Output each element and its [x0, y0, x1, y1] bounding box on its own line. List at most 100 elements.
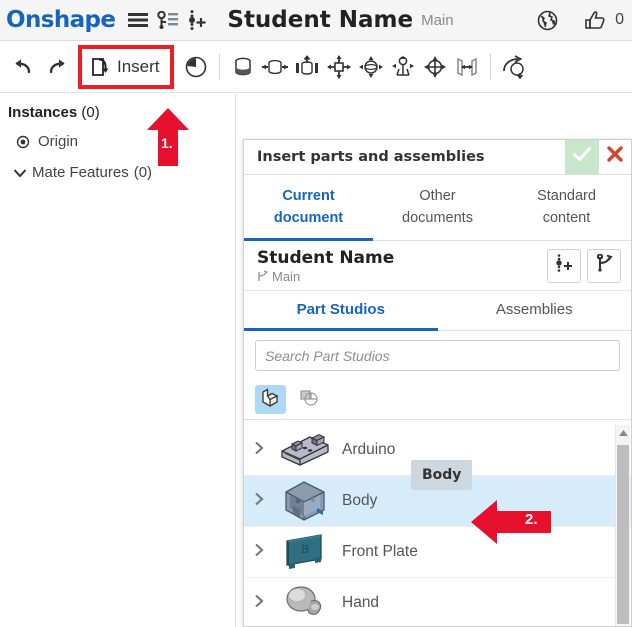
fastened-mate-icon[interactable] [227, 50, 259, 84]
planar-mate-icon[interactable] [323, 50, 355, 84]
tab-line-2: document [273, 209, 344, 226]
dialog-ok-button[interactable] [565, 140, 599, 174]
revolute-mate-icon[interactable] [259, 50, 291, 84]
close-x-icon [606, 145, 624, 168]
chevron-down-icon[interactable] [8, 168, 32, 178]
tree-item-label: Mate Features [32, 164, 129, 181]
tab-other-documents[interactable]: Other documents [373, 175, 502, 241]
dialog-source-tabs: Current document Other documents Standar… [244, 175, 631, 241]
dialog-document-info: Student Name Main [257, 248, 394, 284]
dialog-filter-row [244, 380, 631, 420]
dialog-search-row [244, 331, 631, 380]
insert-button-label: Insert [117, 56, 160, 76]
tab-line-1: Current [282, 187, 335, 204]
pin-slot-mate-icon[interactable] [387, 50, 419, 84]
tab-standard-content[interactable]: Standard content [502, 175, 631, 241]
document-title: Student Name [227, 7, 414, 33]
slider-mate-icon[interactable] [291, 50, 323, 84]
cylindrical-mate-icon[interactable] [419, 50, 451, 84]
chevron-right-icon[interactable] [244, 543, 274, 562]
part-tooltip: Body [411, 460, 473, 490]
search-input[interactable] [255, 340, 620, 371]
front-plate-thumbnail: B [274, 530, 336, 574]
list-item-label: Arduino [342, 441, 396, 458]
instances-header: Instances (0) [0, 94, 235, 121]
tree-item-origin[interactable]: Origin [0, 121, 235, 156]
add-instance-icon[interactable] [183, 5, 213, 35]
redo-icon[interactable] [40, 49, 74, 85]
list-item-label: Front Plate [342, 543, 418, 560]
svg-text:B: B [301, 543, 309, 556]
dialog-document-name: Student Name [257, 247, 395, 268]
parts-filter-button[interactable] [255, 385, 286, 414]
step-2-arrow: 2. [471, 498, 551, 546]
thumbs-up-icon[interactable] [580, 5, 610, 35]
tree-item-label: Origin [38, 133, 79, 150]
list-item[interactable]: B Front Plate [244, 527, 631, 578]
tab-current-document[interactable]: Current document [244, 175, 373, 241]
composite-part-icon [299, 387, 320, 412]
step-2-arrow-label: 2. [525, 511, 538, 528]
hamburger-menu-icon[interactable] [123, 5, 153, 35]
step-1-arrow-label: 1. [161, 135, 173, 151]
chevron-right-icon[interactable] [244, 441, 274, 460]
tab-line-1: Standard [537, 187, 596, 204]
dialog-document-buttons [547, 248, 621, 283]
add-instance-button[interactable] [547, 248, 581, 283]
chevron-right-icon[interactable] [244, 594, 274, 613]
dialog-type-tabs: Part Studios Assemblies [244, 291, 631, 331]
scrollbar-thumb[interactable] [617, 445, 629, 624]
arduino-board-thumbnail [274, 428, 336, 472]
parallel-mate-icon[interactable] [451, 50, 483, 84]
step-1-arrow: 1. [147, 108, 189, 166]
insert-part-icon [90, 56, 110, 78]
tree-item-count: (0) [133, 164, 153, 181]
dialog-document-branch: Main [257, 269, 394, 284]
ball-mate-icon[interactable] [355, 50, 387, 84]
origin-point-icon [8, 135, 38, 149]
branch-icon [257, 270, 268, 282]
instances-count: (0) [81, 104, 100, 121]
branch-icon [596, 253, 613, 277]
parts-list[interactable]: Arduino Body B Front Plate Hand [244, 425, 631, 626]
tree-item-mate-features[interactable]: Mate Features (0) [0, 156, 235, 187]
add-instance-icon [555, 254, 574, 277]
hand-part-thumbnail [274, 581, 336, 625]
body-part-thumbnail [274, 479, 336, 523]
like-count: 0 [615, 11, 624, 28]
scroll-up-arrow-icon[interactable] [616, 425, 630, 441]
mate-connector-icon[interactable] [498, 50, 530, 84]
checkmark-icon [572, 146, 592, 167]
globe-icon[interactable] [532, 5, 562, 35]
assembly-toolbar: Insert [0, 41, 632, 93]
branch-button[interactable] [587, 248, 621, 283]
tab-line-2: documents [402, 209, 473, 226]
list-item[interactable]: Hand [244, 578, 631, 626]
dialog-cancel-button[interactable] [599, 140, 631, 174]
onshape-logo[interactable]: Onshape [6, 7, 116, 33]
tab-line-1: Other [419, 187, 456, 204]
tab-part-studios[interactable]: Part Studios [244, 291, 438, 331]
chevron-right-icon[interactable] [244, 492, 274, 511]
parts-list-scrollbar[interactable] [615, 425, 630, 626]
version-graph-icon[interactable] [153, 5, 183, 35]
dialog-title: Insert parts and assemblies [257, 149, 485, 165]
part-solid-icon [260, 387, 281, 413]
tab-assemblies[interactable]: Assemblies [438, 291, 632, 331]
list-item-label: Hand [342, 594, 380, 611]
toolbar-divider [218, 53, 220, 80]
app-bar-right-group: 0 [532, 5, 632, 35]
document-branch-label: Main [421, 11, 454, 29]
app-bar: Onshape Student Name Main 0 [0, 0, 632, 41]
history-clock-icon[interactable] [180, 50, 212, 84]
dialog-document-row: Student Name Main [244, 241, 631, 291]
insert-parts-dialog: Insert parts and assemblies Current docu… [243, 139, 632, 627]
insert-button[interactable]: Insert [78, 44, 174, 89]
composite-parts-filter-button[interactable] [294, 385, 325, 414]
instances-label: Instances [8, 104, 78, 121]
tab-line-2: content [542, 209, 591, 226]
list-item-label: Body [342, 492, 378, 509]
dialog-action-buttons [565, 140, 631, 175]
undo-icon[interactable] [6, 49, 40, 85]
instances-panel: Instances (0) Origin Mate Features (0) [0, 94, 236, 627]
